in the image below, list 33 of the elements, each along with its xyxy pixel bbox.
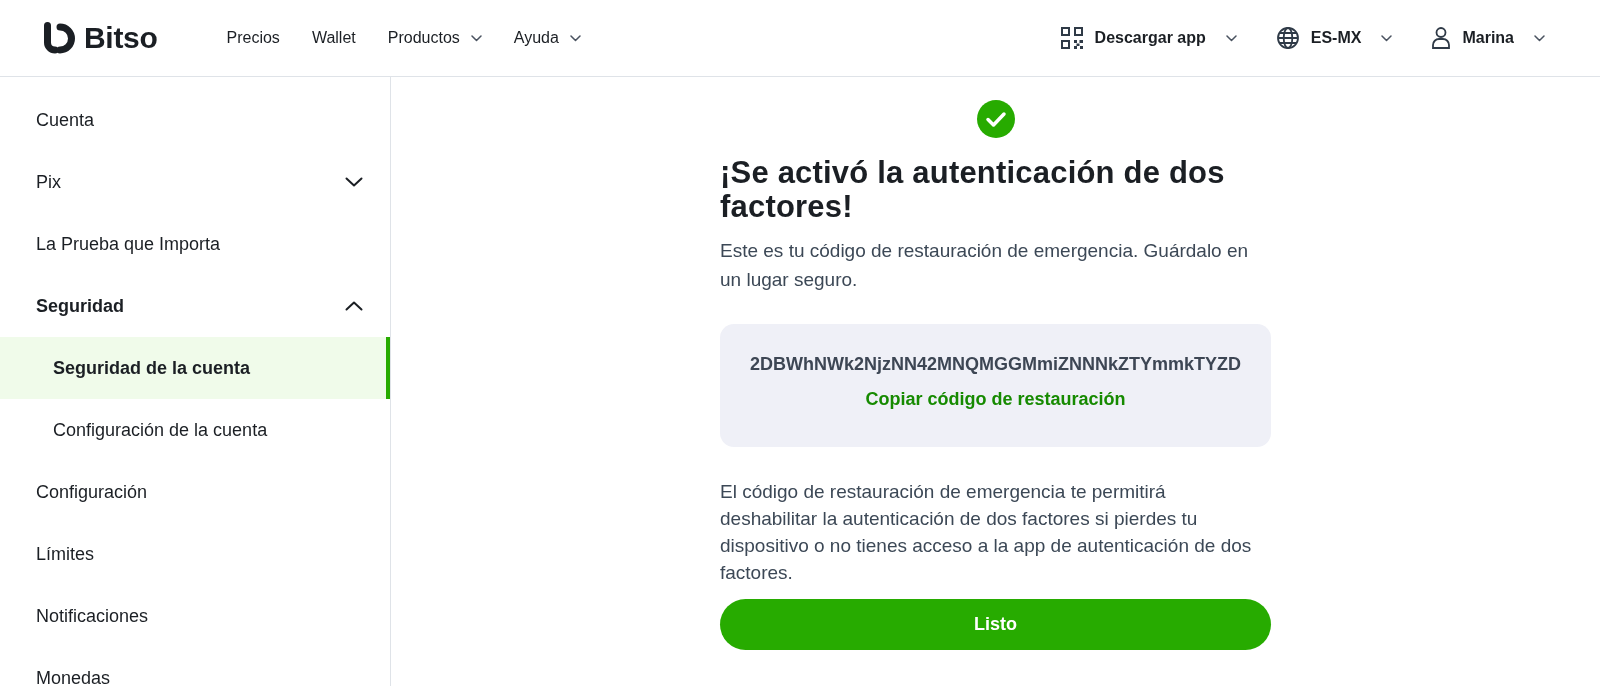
sidebar-item[interactable]: Notificaciones — [0, 585, 390, 647]
sidebar-item[interactable]: Configuración — [0, 461, 390, 523]
account-menu-button[interactable]: Marina — [1432, 27, 1545, 49]
brand-logo[interactable]: Bitso — [44, 21, 158, 55]
sidebar-item[interactable]: Seguridad — [0, 275, 390, 337]
caret-icon — [1225, 34, 1237, 42]
sidebar-item[interactable]: Límites — [0, 523, 390, 585]
intro-text: Este es tu código de restauración de emergencia. Guárdalo en un lugar seguro. — [720, 239, 1250, 292]
download-app-button[interactable]: Descargar app — [1060, 27, 1237, 49]
user-icon — [1432, 27, 1451, 49]
sidebar-item[interactable]: Cuenta — [0, 89, 390, 151]
globe-icon — [1276, 27, 1299, 49]
caret-icon — [569, 34, 581, 42]
nav-link[interactable]: Precios — [226, 29, 280, 47]
caret-icon — [470, 34, 482, 42]
caret-icon — [1381, 34, 1393, 42]
nav-menu-button[interactable]: Productos — [387, 29, 482, 47]
caret-icon — [1534, 34, 1545, 42]
nav-menu-button[interactable]: Ayuda — [513, 29, 581, 47]
sidebar-item[interactable]: Pix — [0, 151, 390, 213]
success-check-icon — [976, 100, 1015, 138]
page-title: ¡Se activó la autenticación de dos factores! — [720, 156, 1226, 224]
qr-code-icon — [1060, 27, 1083, 49]
logo-icon — [44, 22, 75, 54]
nav-link[interactable]: Wallet — [311, 29, 356, 47]
sidebar-subitem[interactable]: Configuración de la cuenta — [0, 399, 390, 461]
language-button[interactable]: ES-MX — [1276, 27, 1393, 49]
copy-code-link[interactable]: Copiar código de restauración — [865, 387, 1126, 411]
note-text: El código de restauración de emergencia te permitirá deshabilitar la autenticación de dos factores si pierdes tu dispositivo o no tienes acceso a la app de autenticación de dos factores. — [720, 480, 1252, 585]
recovery-code: 2DBWhNWk2NjzNN42MNQMGGMmiZNNNkZTYmmkTYZD — [750, 353, 1241, 376]
sidebar-item[interactable]: La Prueba que Importa — [0, 213, 390, 275]
sidebar-item[interactable]: Monedas — [0, 647, 390, 686]
sidebar-subitem[interactable]: Seguridad de la cuenta — [0, 337, 390, 399]
